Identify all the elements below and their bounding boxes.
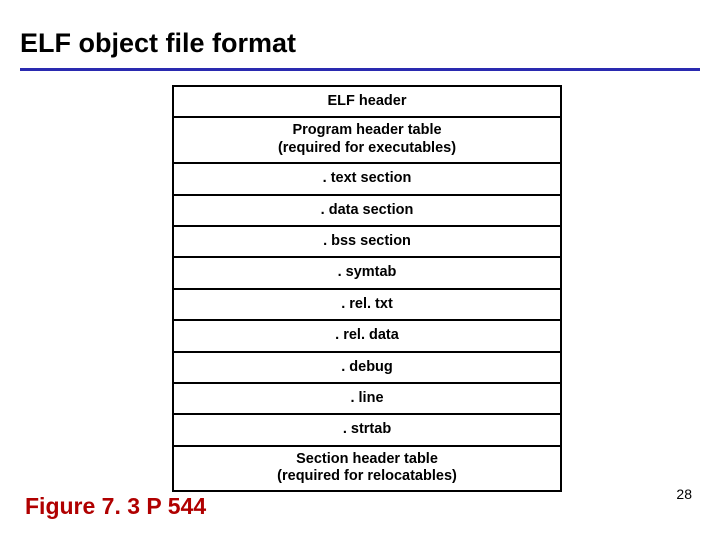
elf-section: . rel. txt (174, 290, 560, 321)
elf-section: . text section (174, 164, 560, 195)
figure-caption: Figure 7. 3 P 544 (25, 493, 206, 520)
elf-section: Program header table(required for execut… (174, 118, 560, 164)
elf-section: . data section (174, 196, 560, 227)
elf-section: . symtab (174, 258, 560, 289)
elf-section: . rel. data (174, 321, 560, 352)
page-number: 28 (676, 486, 692, 502)
elf-section: . strtab (174, 415, 560, 446)
elf-section: Section header table(required for reloca… (174, 447, 560, 491)
elf-section: ELF header (174, 87, 560, 118)
elf-format-table: ELF header Program header table(required… (172, 85, 562, 492)
elf-section: . line (174, 384, 560, 415)
elf-section: . debug (174, 353, 560, 384)
elf-section: . bss section (174, 227, 560, 258)
slide-title: ELF object file format (20, 28, 296, 59)
title-underline (20, 68, 700, 71)
